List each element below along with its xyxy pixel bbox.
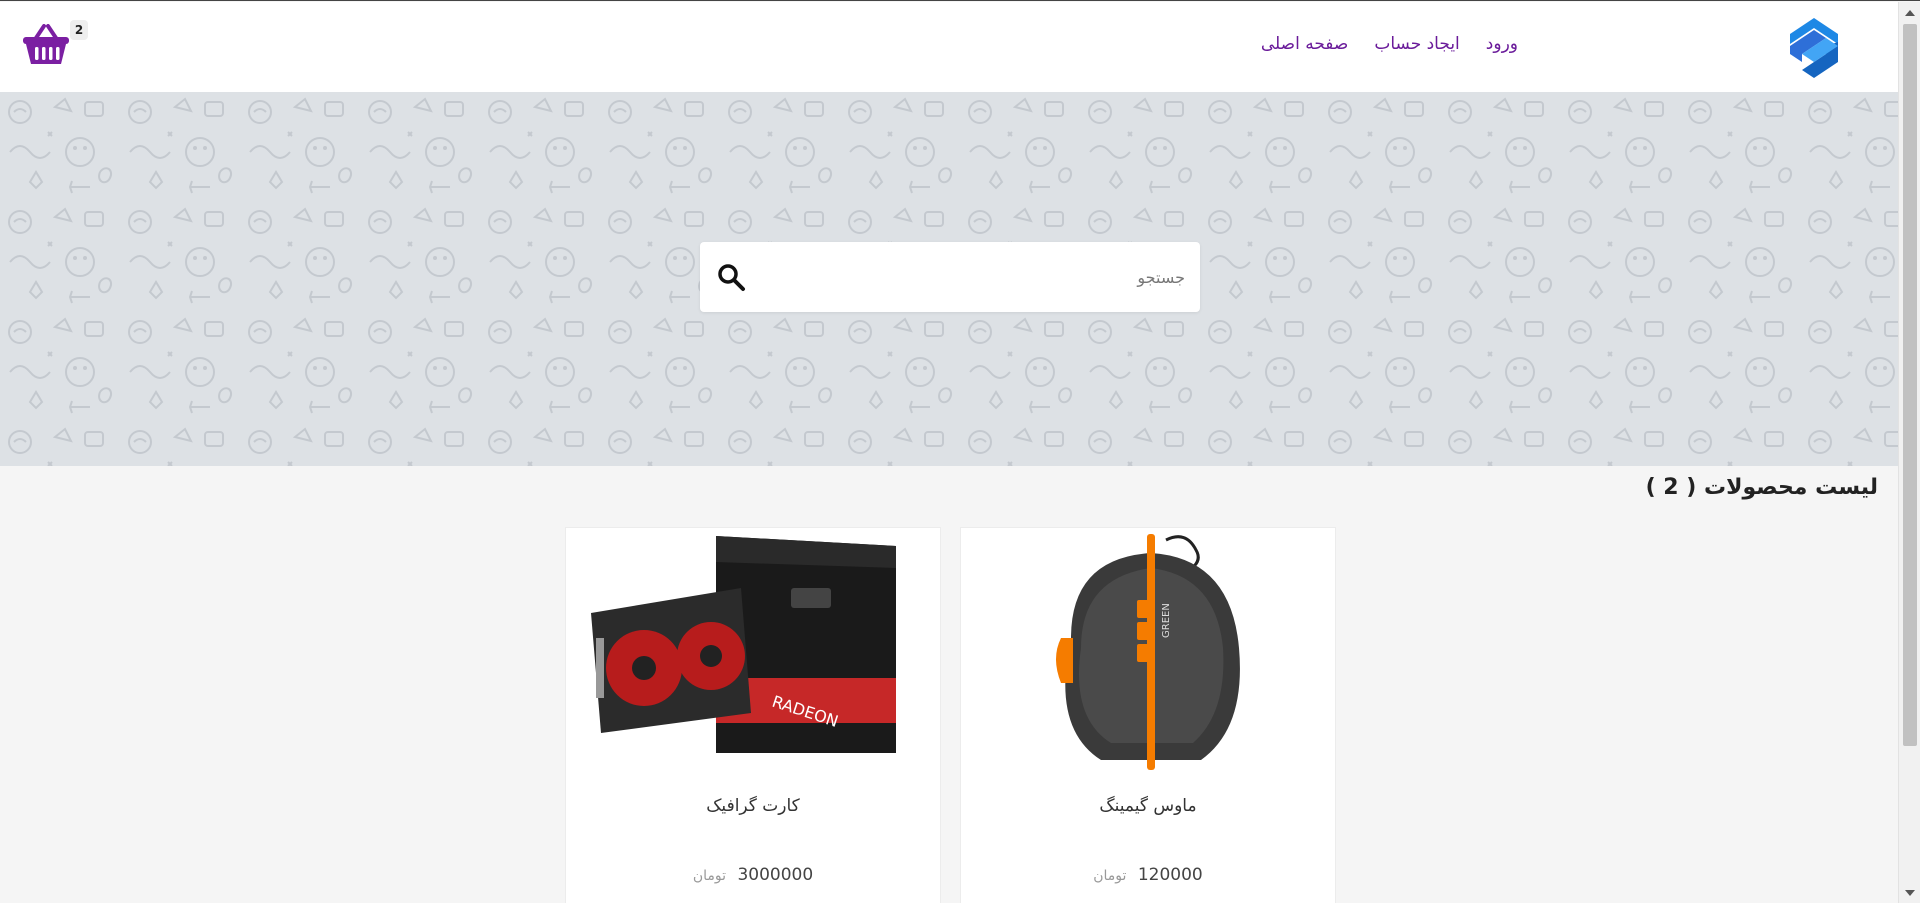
scroll-down-arrow-icon[interactable]	[1905, 890, 1915, 896]
product-price: 3000000 تومان	[566, 865, 940, 885]
price-currency: تومان	[1093, 868, 1127, 884]
product-list-title: لیست محصولات ( 2 )	[1645, 475, 1878, 500]
cart-count-badge: 2	[70, 20, 88, 40]
scroll-thumb[interactable]	[1903, 24, 1917, 746]
search-box	[700, 242, 1200, 312]
product-price: 120000 تومان	[961, 865, 1335, 885]
price-value: 120000	[1137, 865, 1203, 885]
svg-text:GREEN: GREEN	[1161, 603, 1172, 638]
main-nav: صفحه اصلی ایجاد حساب ورود	[1261, 34, 1518, 54]
hero-banner	[0, 92, 1898, 466]
product-name[interactable]: ماوس گیمینگ	[961, 796, 1335, 816]
nav-login[interactable]: ورود	[1486, 34, 1518, 54]
site-header: صفحه اصلی ایجاد حساب ورود 2	[0, 2, 1898, 92]
logo-icon[interactable]	[1782, 16, 1846, 80]
search-input[interactable]	[770, 242, 1185, 312]
price-currency: تومان	[692, 868, 727, 884]
page-scrollbar[interactable]	[1898, 2, 1920, 903]
basket-icon[interactable]	[22, 24, 70, 66]
product-card[interactable]: GREEN ماوس گیمینگ 120000 تومان	[960, 527, 1336, 903]
nav-home[interactable]: صفحه اصلی	[1261, 34, 1348, 54]
nav-register[interactable]: ایجاد حساب	[1374, 34, 1459, 54]
product-card[interactable]: RADEON کارت گرافیک 3000000 تومان	[565, 527, 941, 903]
search-icon[interactable]	[716, 262, 746, 292]
product-name[interactable]: کارت گرافیک	[566, 796, 940, 816]
product-image-graphics-card[interactable]: RADEON	[566, 528, 940, 778]
product-image-gaming-mouse[interactable]: GREEN	[961, 528, 1335, 778]
scroll-up-arrow-icon[interactable]	[1905, 10, 1915, 16]
price-value: 3000000	[737, 865, 814, 885]
